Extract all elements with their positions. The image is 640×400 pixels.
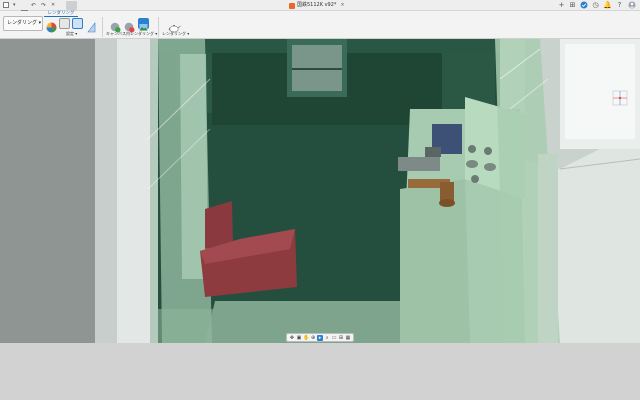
door-pillar-left [117, 39, 155, 343]
pan-icon[interactable]: ✋ [303, 335, 309, 341]
home-tab-icon[interactable] [66, 1, 77, 10]
zoom-icon[interactable]: ▸ [317, 334, 324, 341]
orbit-icon[interactable]: ✥ [289, 335, 295, 341]
document-tab[interactable]: 国鉄5112K v92* × [289, 1, 345, 10]
add-tab-icon[interactable]: + [557, 1, 566, 10]
canvas-viewport[interactable] [0, 39, 640, 343]
capture-image-icon[interactable] [138, 18, 149, 31]
save-icon[interactable] [21, 2, 28, 17]
history-icon[interactable]: ◷ [591, 1, 600, 10]
redo-icon[interactable]: ↷ [41, 2, 46, 9]
view-cube[interactable] [609, 87, 631, 109]
extensions-icon[interactable]: ⊞ [568, 1, 577, 10]
group-label-render[interactable]: レンダリング ▾ [162, 31, 189, 36]
tab-rendering[interactable]: レンダリング [44, 11, 78, 17]
viewports-icon[interactable]: ▦ [345, 335, 351, 341]
title-bar: ▾ ↶ ↷ ✕ 国鉄5112K v92* × + ⊞ ◷ 🔔 ? [0, 0, 640, 17]
document-title: 国鉄5112K v92* [297, 2, 337, 8]
ribbon-toolbar: レンダリング ▾ レンダリング 設定 ▾ キャンバス内レンダリング ▾ レンダリ… [0, 11, 640, 39]
in-canvas-render-icon[interactable] [110, 18, 121, 33]
help-icon[interactable]: ? [615, 1, 624, 10]
look-at-icon[interactable]: ▣ [296, 335, 302, 341]
seat-back [205, 201, 233, 249]
document-icon [289, 2, 295, 9]
group-separator [102, 17, 103, 37]
texture-map-icon[interactable] [72, 18, 83, 29]
group-separator [158, 17, 159, 37]
file-menu-icon[interactable]: ▾ [13, 2, 16, 9]
grid-icon[interactable]: ⊞ [338, 335, 344, 341]
appearance-icon[interactable] [59, 18, 70, 29]
group-label-in-canvas-render[interactable]: キャンバス内レンダリング ▾ [106, 31, 157, 36]
timeline-area [0, 343, 640, 400]
decal-icon[interactable] [86, 18, 97, 33]
account-icon[interactable] [627, 1, 636, 10]
workspace-switcher[interactable]: レンダリング ▾ [3, 16, 43, 31]
zoom-window-icon[interactable]: ⊕ [310, 335, 316, 341]
master-controller [398, 157, 440, 171]
cab-left-wall [0, 39, 95, 343]
fusion-app-window: ▾ ↶ ↷ ✕ 国鉄5112K v92* × + ⊞ ◷ 🔔 ? レンダリング … [0, 0, 640, 400]
fit-icon[interactable]: ⌕ [324, 335, 330, 341]
display-settings-icon[interactable]: ▭ [331, 335, 337, 341]
navigation-toolbar: ✥ ▣ ✋ ⊕ ▸ ⌕ ▭ ⊞ ▦ [286, 333, 354, 342]
in-canvas-settings-icon[interactable] [124, 18, 135, 33]
scene-settings-icon[interactable] [46, 18, 57, 33]
close-tab-icon[interactable]: × [340, 1, 344, 10]
group-label-settings[interactable]: 設定 ▾ [66, 31, 77, 36]
data-panel-icon[interactable] [3, 2, 9, 9]
online-status-icon[interactable] [579, 1, 588, 10]
render-teapot-icon[interactable] [168, 18, 181, 33]
train-cab-3d-model[interactable] [0, 39, 640, 343]
close-doc-icon[interactable]: ✕ [51, 2, 55, 9]
notifications-icon[interactable]: 🔔 [603, 1, 612, 10]
undo-icon[interactable]: ↶ [31, 2, 36, 9]
